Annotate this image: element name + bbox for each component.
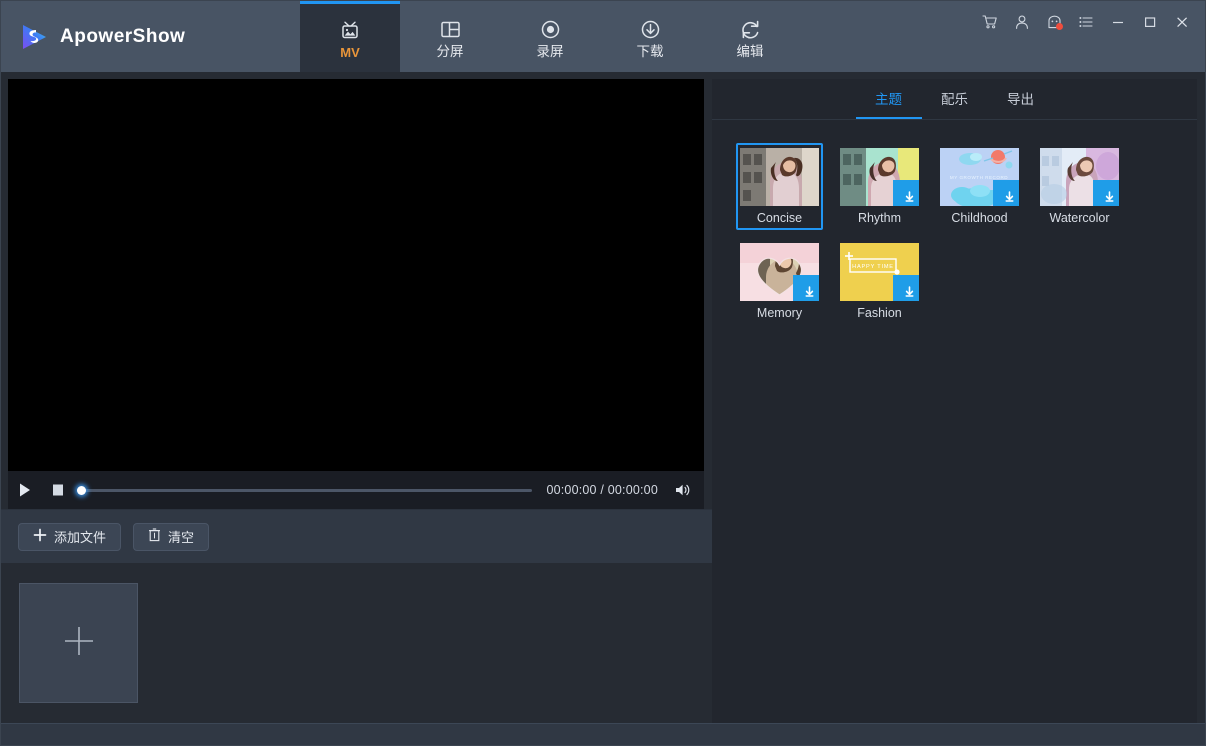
tab-theme[interactable]: 主题 bbox=[855, 79, 922, 119]
theme-grid: Concise Rhythm MY GROWTH RECORD Childhoo… bbox=[712, 120, 1197, 723]
download-badge[interactable] bbox=[1093, 180, 1119, 206]
apowershow-window: ApowerShow MV 分屏 录屏 下载 编辑 00:00:00 / 00:… bbox=[0, 0, 1206, 746]
message-icon[interactable] bbox=[1041, 10, 1067, 34]
theme-item-childhood[interactable]: MY GROWTH RECORD Childhood bbox=[936, 143, 1023, 230]
panel-tabs: 主题 配乐 导出 bbox=[712, 79, 1197, 120]
minimize-icon[interactable] bbox=[1105, 10, 1131, 34]
tab-label: MV bbox=[340, 44, 360, 60]
theme-thumbnail bbox=[740, 148, 819, 206]
edit-refresh-icon bbox=[737, 17, 763, 41]
download-badge[interactable] bbox=[993, 180, 1019, 206]
cart-icon[interactable] bbox=[977, 10, 1003, 34]
download-badge[interactable] bbox=[793, 274, 819, 301]
workspace: 00:00:00 / 00:00:00 添加文件 清空 主题 配乐 导出 Con… bbox=[1, 72, 1205, 723]
tab-download[interactable]: 下载 bbox=[600, 1, 700, 72]
stop-icon[interactable] bbox=[51, 483, 65, 497]
maximize-icon[interactable] bbox=[1137, 10, 1163, 34]
add-file-button[interactable]: 添加文件 bbox=[18, 522, 122, 551]
download-badge[interactable] bbox=[893, 274, 919, 301]
seek-track bbox=[77, 488, 533, 492]
video-preview[interactable] bbox=[8, 79, 704, 471]
file-actions: 添加文件 清空 bbox=[1, 509, 712, 563]
tab-label: 下载 bbox=[636, 44, 664, 60]
left-column: 00:00:00 / 00:00:00 添加文件 清空 bbox=[1, 72, 712, 723]
brand: ApowerShow bbox=[1, 1, 300, 72]
timecode: 00:00:00 / 00:00:00 bbox=[546, 483, 658, 497]
notification-dot bbox=[1056, 23, 1063, 30]
theme-item-concise[interactable]: Concise bbox=[736, 143, 823, 230]
tab-label: 主题 bbox=[875, 92, 902, 107]
tab-label: 导出 bbox=[1007, 92, 1034, 107]
theme-thumbnail bbox=[840, 148, 919, 206]
account-icon[interactable] bbox=[1009, 10, 1035, 34]
media-timeline bbox=[1, 563, 712, 723]
tab-edit[interactable]: 编辑 bbox=[700, 1, 800, 72]
clear-button[interactable]: 清空 bbox=[133, 522, 210, 551]
add-media-tile[interactable] bbox=[19, 583, 138, 703]
download-badge[interactable] bbox=[893, 180, 919, 206]
split-screen-icon bbox=[437, 17, 463, 41]
seek-slider[interactable] bbox=[77, 481, 533, 499]
tab-export[interactable]: 导出 bbox=[988, 79, 1054, 119]
seek-handle[interactable] bbox=[77, 485, 86, 495]
tab-label: 录屏 bbox=[536, 44, 564, 60]
tab-screen-record[interactable]: 录屏 bbox=[500, 1, 600, 72]
tab-mv[interactable]: MV bbox=[300, 1, 400, 72]
tab-split-screen[interactable]: 分屏 bbox=[400, 1, 500, 72]
theme-label: Memory bbox=[756, 305, 803, 320]
tv-icon bbox=[337, 18, 363, 42]
download-icon bbox=[637, 17, 663, 41]
record-icon bbox=[537, 17, 563, 41]
player-controls: 00:00:00 / 00:00:00 bbox=[8, 471, 704, 509]
theme-item-watercolor[interactable]: Watercolor bbox=[1036, 143, 1123, 230]
header-spacer bbox=[800, 1, 977, 72]
play-logo-icon bbox=[19, 22, 49, 52]
theme-item-fashion[interactable]: HAPPY TIME Fashion bbox=[836, 238, 923, 325]
plus-icon bbox=[33, 528, 47, 545]
theme-label: Watercolor bbox=[1049, 211, 1110, 225]
tab-label: 分屏 bbox=[436, 44, 464, 60]
theme-item-rhythm[interactable]: Rhythm bbox=[836, 143, 923, 230]
menu-list-icon[interactable] bbox=[1073, 10, 1099, 34]
right-panel: 主题 配乐 导出 Concise Rhythm MY GROWTH RECORD… bbox=[712, 79, 1197, 723]
theme-thumbnail bbox=[740, 242, 819, 301]
theme-label: Concise bbox=[756, 211, 803, 225]
theme-thumbnail: MY GROWTH RECORD bbox=[940, 148, 1019, 206]
title-bar: ApowerShow MV 分屏 录屏 下载 编辑 bbox=[1, 1, 1205, 72]
volume-icon[interactable] bbox=[674, 482, 692, 498]
plus-icon bbox=[59, 621, 99, 666]
theme-item-memory[interactable]: Memory bbox=[736, 238, 823, 325]
theme-thumbnail: HAPPY TIME bbox=[840, 242, 919, 301]
brand-name: ApowerShow bbox=[60, 25, 186, 47]
clear-label: 清空 bbox=[168, 530, 195, 545]
close-icon[interactable] bbox=[1169, 10, 1195, 34]
preview-wrapper bbox=[8, 79, 704, 471]
tab-label: 配乐 bbox=[941, 92, 968, 107]
theme-label: Rhythm bbox=[857, 211, 902, 225]
svg-text:HAPPY TIME: HAPPY TIME bbox=[852, 264, 894, 270]
tab-label: 编辑 bbox=[736, 44, 764, 60]
trash-icon bbox=[148, 528, 161, 545]
window-controls bbox=[977, 1, 1205, 72]
status-bar bbox=[1, 723, 1205, 745]
theme-label: Fashion bbox=[857, 305, 902, 320]
play-icon[interactable] bbox=[18, 482, 32, 498]
add-file-label: 添加文件 bbox=[54, 530, 107, 545]
tab-soundtrack[interactable]: 配乐 bbox=[922, 79, 988, 119]
theme-thumbnail bbox=[1040, 148, 1119, 206]
theme-label: Childhood bbox=[951, 211, 1008, 225]
main-nav: MV 分屏 录屏 下载 编辑 bbox=[300, 1, 800, 72]
